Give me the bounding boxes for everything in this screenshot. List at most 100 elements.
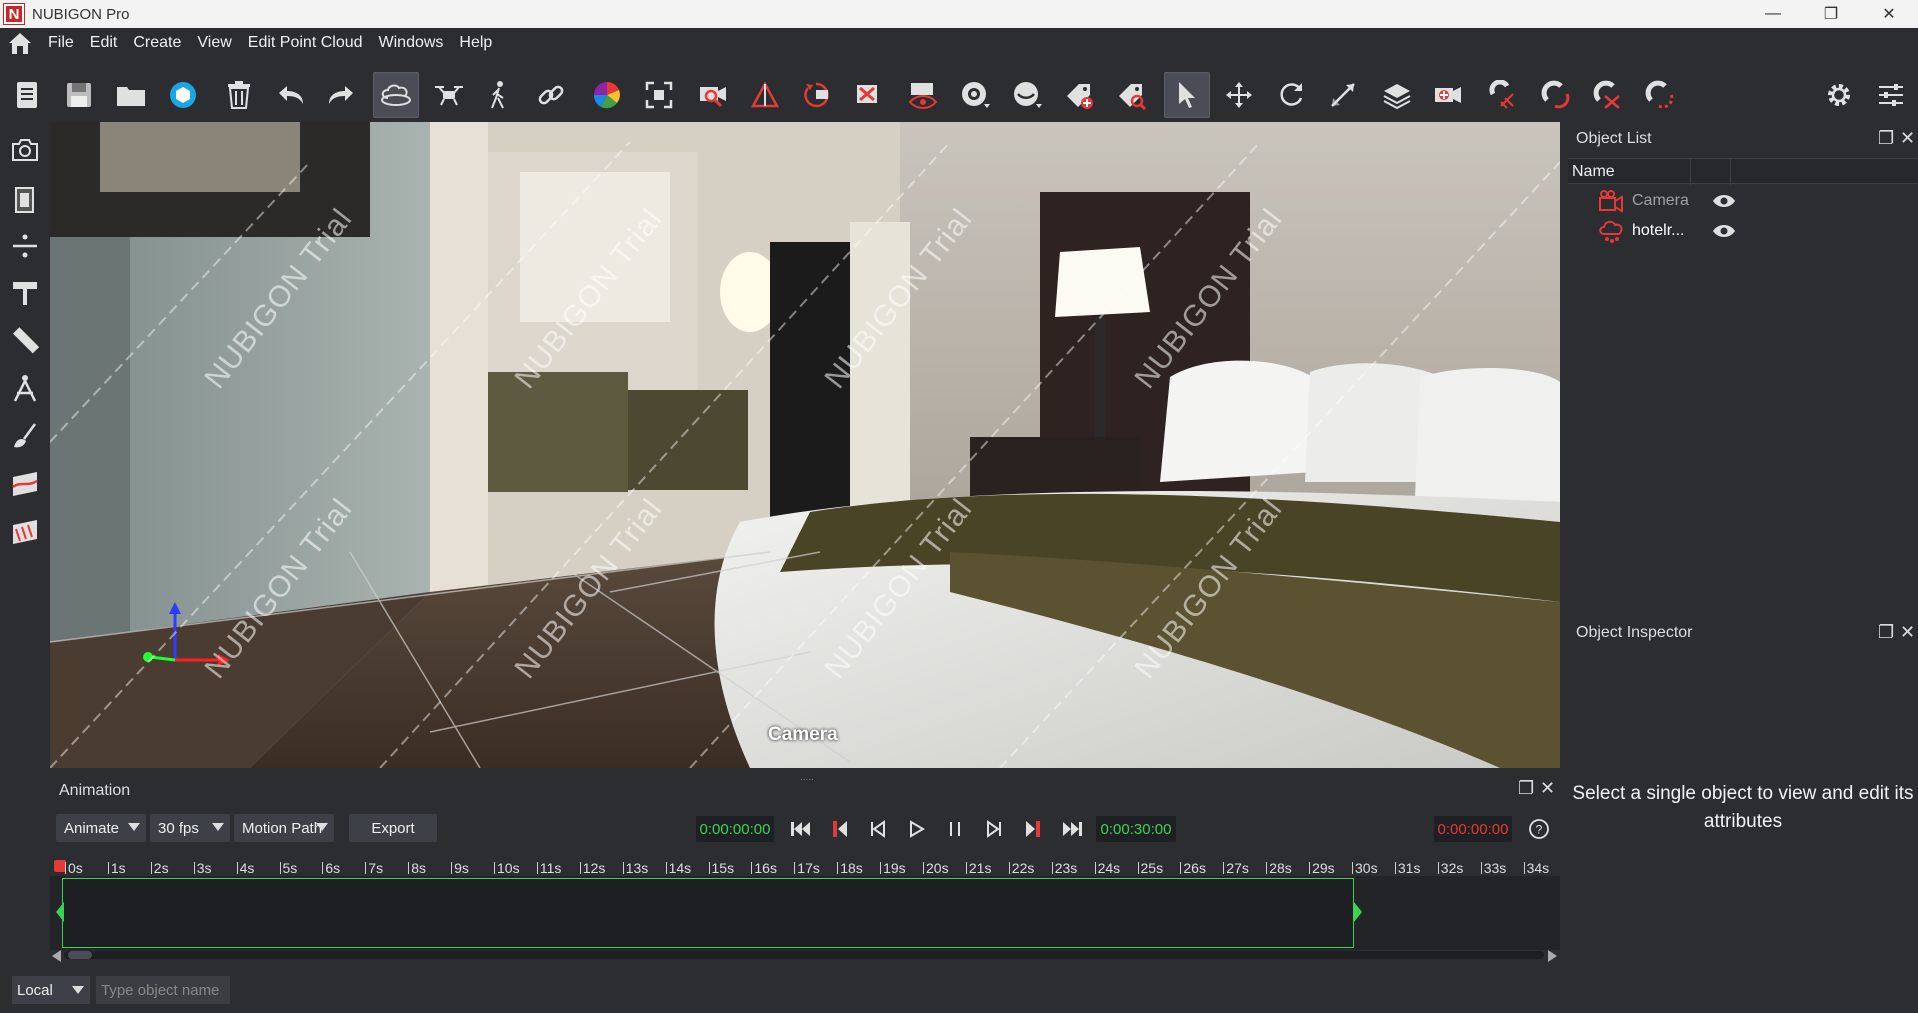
sketchfab-icon[interactable] (160, 72, 206, 118)
play-icon[interactable] (905, 817, 929, 841)
camera-rotate-icon[interactable] (794, 72, 840, 118)
timeline-track[interactable] (50, 876, 1560, 950)
orbit-icon[interactable] (373, 72, 419, 118)
close-panel-icon[interactable]: ✕ (1540, 778, 1555, 799)
float-panel-icon[interactable]: ❐ (1518, 778, 1534, 799)
close-panel-icon[interactable]: ✕ (1900, 128, 1915, 149)
close-icon[interactable]: ✕ (1860, 0, 1918, 28)
undo-icon[interactable] (268, 72, 314, 118)
minimize-icon[interactable]: — (1744, 0, 1802, 28)
tag-add-icon[interactable] (1056, 72, 1102, 118)
3d-viewport[interactable]: NUBIGON Trial NUBIGON Trial NUBIGON Tria… (50, 122, 1560, 768)
sliders-icon[interactable] (1868, 72, 1914, 118)
slice-icon[interactable] (7, 514, 43, 550)
next-frame-icon[interactable] (982, 817, 1006, 841)
end-time-field[interactable]: 0:00:30:00 (1096, 816, 1176, 842)
drone-icon[interactable] (426, 72, 472, 118)
previous-frame-icon[interactable] (866, 817, 890, 841)
skip-to-end-icon[interactable] (1060, 817, 1084, 841)
float-panel-icon[interactable]: ❐ (1878, 128, 1894, 149)
scale-icon[interactable] (1320, 72, 1366, 118)
object-name-search-input[interactable] (96, 976, 230, 1004)
magnet-dashed-icon[interactable] (1636, 72, 1682, 118)
menu-view[interactable]: View (197, 34, 231, 52)
start-time-field[interactable]: 0:00:00:00 (696, 816, 774, 842)
section-icon[interactable] (7, 466, 43, 502)
clipbox-icon[interactable] (7, 182, 43, 218)
pause-icon[interactable] (943, 817, 967, 841)
walk-icon[interactable] (476, 72, 522, 118)
move-icon[interactable] (1216, 72, 1262, 118)
coordinate-mode-select[interactable]: Local (12, 976, 90, 1004)
new-document-icon[interactable] (4, 72, 50, 118)
magnet-grid-icon[interactable] (1480, 72, 1526, 118)
object-row-hotel[interactable]: hotelr... (1598, 216, 1736, 246)
magnet-off-icon[interactable] (1584, 72, 1630, 118)
set-start-marker-icon[interactable] (828, 817, 852, 841)
ruler-tick-label: 12s (579, 860, 606, 876)
fit-view-icon[interactable] (636, 72, 682, 118)
menu-edit-point-cloud[interactable]: Edit Point Cloud (248, 34, 363, 52)
delete-icon[interactable] (216, 72, 262, 118)
range-end-handle[interactable] (1354, 902, 1362, 922)
object-row-camera[interactable]: Camera (1598, 186, 1736, 216)
close-panel-icon[interactable]: ✕ (1900, 622, 1915, 643)
restore-icon[interactable]: ❐ (1802, 0, 1860, 28)
home-icon[interactable] (6, 29, 34, 57)
menu-windows[interactable]: Windows (379, 34, 444, 52)
menu-file[interactable]: File (48, 34, 74, 52)
ruler-tick-label: 16s (751, 860, 777, 876)
plane-icon[interactable] (7, 228, 43, 264)
signpost-icon[interactable] (7, 274, 43, 310)
layers-icon[interactable] (1374, 72, 1420, 118)
settings-icon[interactable] (1816, 72, 1862, 118)
brush-icon[interactable] (7, 418, 43, 454)
splitter-grip[interactable]: ..... (800, 772, 814, 783)
export-button[interactable]: Export (349, 814, 437, 842)
eye-icon[interactable] (1712, 193, 1736, 209)
object-list-header[interactable]: Name (1568, 158, 1918, 185)
magnet-icon[interactable] (1532, 72, 1578, 118)
current-time-field[interactable]: 0:00:00:00 (1434, 816, 1512, 842)
skip-to-start-icon[interactable] (789, 817, 813, 841)
save-icon[interactable] (56, 72, 102, 118)
camera-icon[interactable] (7, 132, 43, 168)
timeline-ruler[interactable]: 0s 1s 2s 3s 4s 5s 6s 7s 8s 9s 10s 11s 12s 13s 14s 15s 16… (50, 860, 1560, 876)
camera-focus-icon[interactable] (690, 72, 736, 118)
camera-add-icon[interactable] (1426, 72, 1472, 118)
set-end-marker-icon[interactable] (1021, 817, 1045, 841)
menu-edit[interactable]: Edit (90, 34, 118, 52)
timeline-scrollbar[interactable] (50, 948, 1560, 962)
scroll-track[interactable] (64, 951, 1544, 959)
scroll-right-icon[interactable] (1548, 950, 1557, 962)
color-palette-icon[interactable] (584, 72, 630, 118)
link-icon[interactable] (528, 72, 574, 118)
left-toolbar (0, 122, 50, 772)
menu-create[interactable]: Create (133, 34, 181, 52)
column-name-header[interactable]: Name (1572, 163, 1615, 181)
help-icon[interactable]: ? (1527, 817, 1551, 841)
perspective-icon[interactable] (742, 72, 788, 118)
redo-icon[interactable] (318, 72, 364, 118)
scroll-left-icon[interactable] (52, 950, 61, 962)
open-folder-icon[interactable] (108, 72, 154, 118)
eye-icon[interactable] (952, 72, 998, 118)
fps-select[interactable]: 30 fps (150, 814, 230, 842)
rotate-icon[interactable] (1268, 72, 1314, 118)
scroll-thumb[interactable] (68, 951, 92, 959)
float-panel-icon[interactable]: ❐ (1878, 622, 1894, 643)
animate-mode-select[interactable]: Animate (56, 814, 146, 842)
ruler-icon[interactable] (7, 322, 43, 358)
range-start-handle[interactable] (56, 902, 64, 922)
eye-icon[interactable] (1712, 223, 1736, 239)
compass-icon[interactable] (7, 370, 43, 406)
select-arrow-icon[interactable] (1164, 72, 1210, 118)
eye-closed-icon[interactable] (1004, 72, 1050, 118)
tag-search-icon[interactable] (1108, 72, 1154, 118)
camera-delete-icon[interactable] (846, 72, 892, 118)
object-inspector-panel: Object Inspector ❐ ✕ Select a single obj… (1568, 616, 1918, 1013)
motion-path-select[interactable]: Motion Path (234, 814, 334, 842)
menu-help[interactable]: Help (459, 34, 492, 52)
camera-view-icon[interactable] (900, 72, 946, 118)
animation-range[interactable] (62, 878, 1354, 948)
